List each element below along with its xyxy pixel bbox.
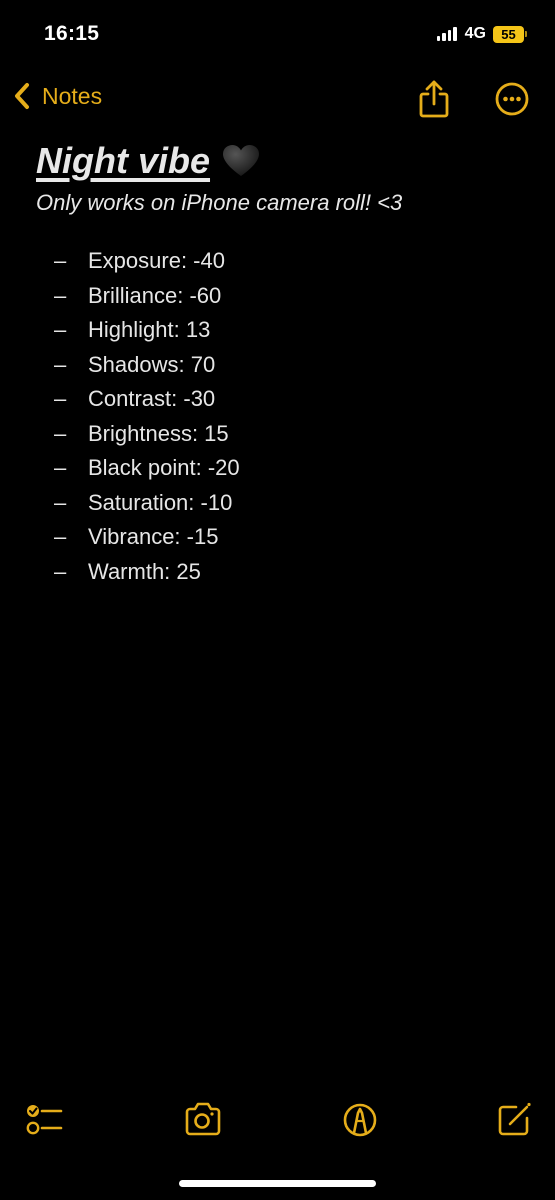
setting-text: Contrast: -30 xyxy=(88,386,216,412)
note-title: Night vibe xyxy=(36,140,211,181)
navigation-bar: Notes xyxy=(0,75,555,125)
chevron-left-icon xyxy=(15,83,29,109)
bullet-dash: – xyxy=(54,489,67,515)
setting-text: Shadows: 70 xyxy=(88,351,216,377)
compose-icon[interactable] xyxy=(494,1100,534,1140)
camera-icon[interactable] xyxy=(183,1100,223,1140)
status-time: 16:15 xyxy=(44,22,100,45)
home-indicator[interactable] xyxy=(179,1180,376,1187)
list-item: – Vibrance: -15 xyxy=(36,520,536,555)
list-item: – Shadows: 70 xyxy=(36,348,536,383)
status-bar: 16:15 4G 55 xyxy=(0,0,555,70)
battery-icon: 55 xyxy=(493,25,527,43)
bullet-dash: – xyxy=(54,282,67,308)
back-label: Notes xyxy=(42,82,103,109)
list-item: – Exposure: -40 xyxy=(36,244,536,279)
list-item: – Brightness: 15 xyxy=(36,417,536,452)
network-type: 4G xyxy=(464,25,486,42)
status-indicators: 4G 55 xyxy=(436,25,527,43)
bullet-dash: – xyxy=(54,386,67,412)
list-item: – Highlight: 13 xyxy=(36,313,536,348)
bullet-dash: – xyxy=(54,351,67,377)
battery-tip xyxy=(525,31,527,37)
bullet-dash: – xyxy=(54,248,67,274)
note-subtitle: Only works on iPhone camera roll! <3 xyxy=(36,190,403,215)
setting-text: Vibrance: -15 xyxy=(88,524,219,550)
setting-text: Saturation: -10 xyxy=(88,489,233,515)
settings-list: – Exposure: -40 – Brilliance: -60 – Highlig… xyxy=(36,244,536,589)
note-content[interactable]: Night vibe Only works on iPhone camera r… xyxy=(36,140,536,589)
back-button[interactable]: Notes xyxy=(12,81,102,111)
list-item: – Brilliance: -60 xyxy=(36,279,536,314)
list-item: – Black point: -20 xyxy=(36,451,536,486)
battery-level: 55 xyxy=(493,25,524,43)
list-item: – Saturation: -10 xyxy=(36,486,536,521)
bullet-dash: – xyxy=(54,420,67,446)
more-icon[interactable] xyxy=(494,81,530,117)
share-icon[interactable] xyxy=(417,79,451,119)
signal-icon xyxy=(436,27,457,41)
checklist-icon[interactable] xyxy=(24,1100,64,1140)
setting-text: Brightness: 15 xyxy=(88,420,229,446)
setting-text: Black point: -20 xyxy=(88,455,240,481)
setting-text: Warmth: 25 xyxy=(88,558,201,584)
list-item: – Contrast: -30 xyxy=(36,382,536,417)
list-item: – Warmth: 25 xyxy=(36,555,536,590)
bottom-toolbar xyxy=(0,1100,555,1145)
bullet-dash: – xyxy=(54,524,67,550)
setting-text: Exposure: -40 xyxy=(88,248,225,274)
setting-text: Highlight: 13 xyxy=(88,317,211,343)
bullet-dash: – xyxy=(54,317,67,343)
note-title-row: Night vibe xyxy=(36,140,536,182)
setting-text: Brilliance: -60 xyxy=(88,282,222,308)
markup-icon[interactable] xyxy=(340,1100,380,1140)
black-heart-icon xyxy=(223,145,260,176)
bullet-dash: – xyxy=(54,455,67,481)
bullet-dash: – xyxy=(54,558,67,584)
